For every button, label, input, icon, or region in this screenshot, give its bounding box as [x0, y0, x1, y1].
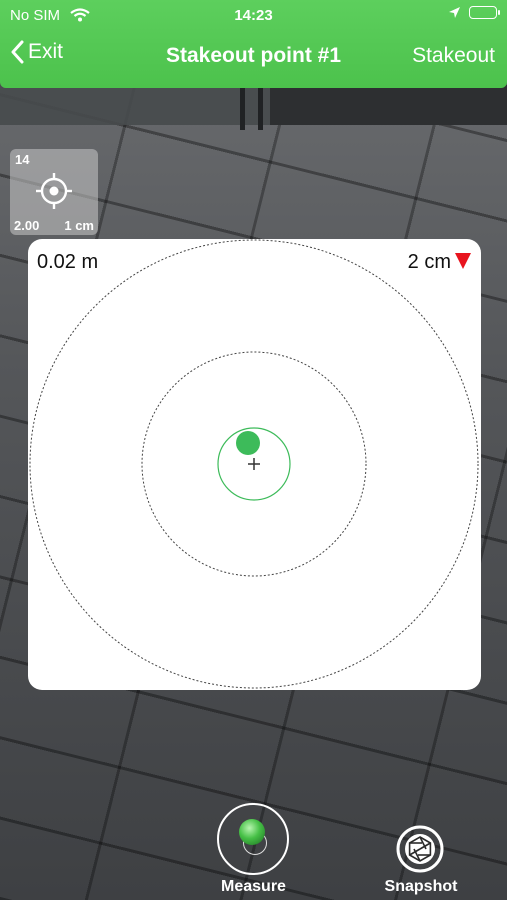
distance-readout: 0.02 m: [37, 251, 99, 273]
header-bar: No SIM 14:23 Exit Stakeout point #1 Stak…: [0, 0, 507, 88]
target-rings: [29, 239, 479, 689]
snapshot-label: Snapshot: [384, 878, 458, 895]
current-position-dot: [236, 431, 260, 455]
warning-triangle-icon: [455, 252, 471, 269]
stakeout-button[interactable]: Stakeout: [412, 44, 495, 68]
tolerance-value: 2 cm: [407, 251, 451, 273]
satellite-count: 14: [15, 152, 30, 167]
stakeout-panel: 0.02 m 2 cm: [28, 239, 481, 690]
accuracy-widget[interactable]: 14 2.00 1 cm: [10, 149, 98, 235]
accuracy-precision: 1 cm: [64, 218, 94, 233]
crosshair-icon: [36, 173, 72, 209]
camera-shutter-icon[interactable]: [396, 825, 444, 873]
status-right: [448, 6, 500, 19]
status-bar: No SIM 14:23: [0, 6, 507, 26]
tolerance-readout: 2 cm: [408, 251, 471, 274]
status-time: 14:23: [234, 7, 273, 24]
battery-icon: [469, 6, 500, 19]
accuracy-dop: 2.00: [14, 218, 40, 233]
measure-label: Measure: [221, 878, 286, 895]
measure-icon: [239, 819, 265, 845]
measure-button[interactable]: [217, 803, 289, 875]
background-wall: [270, 85, 507, 125]
location-arrow-icon: [449, 7, 460, 18]
